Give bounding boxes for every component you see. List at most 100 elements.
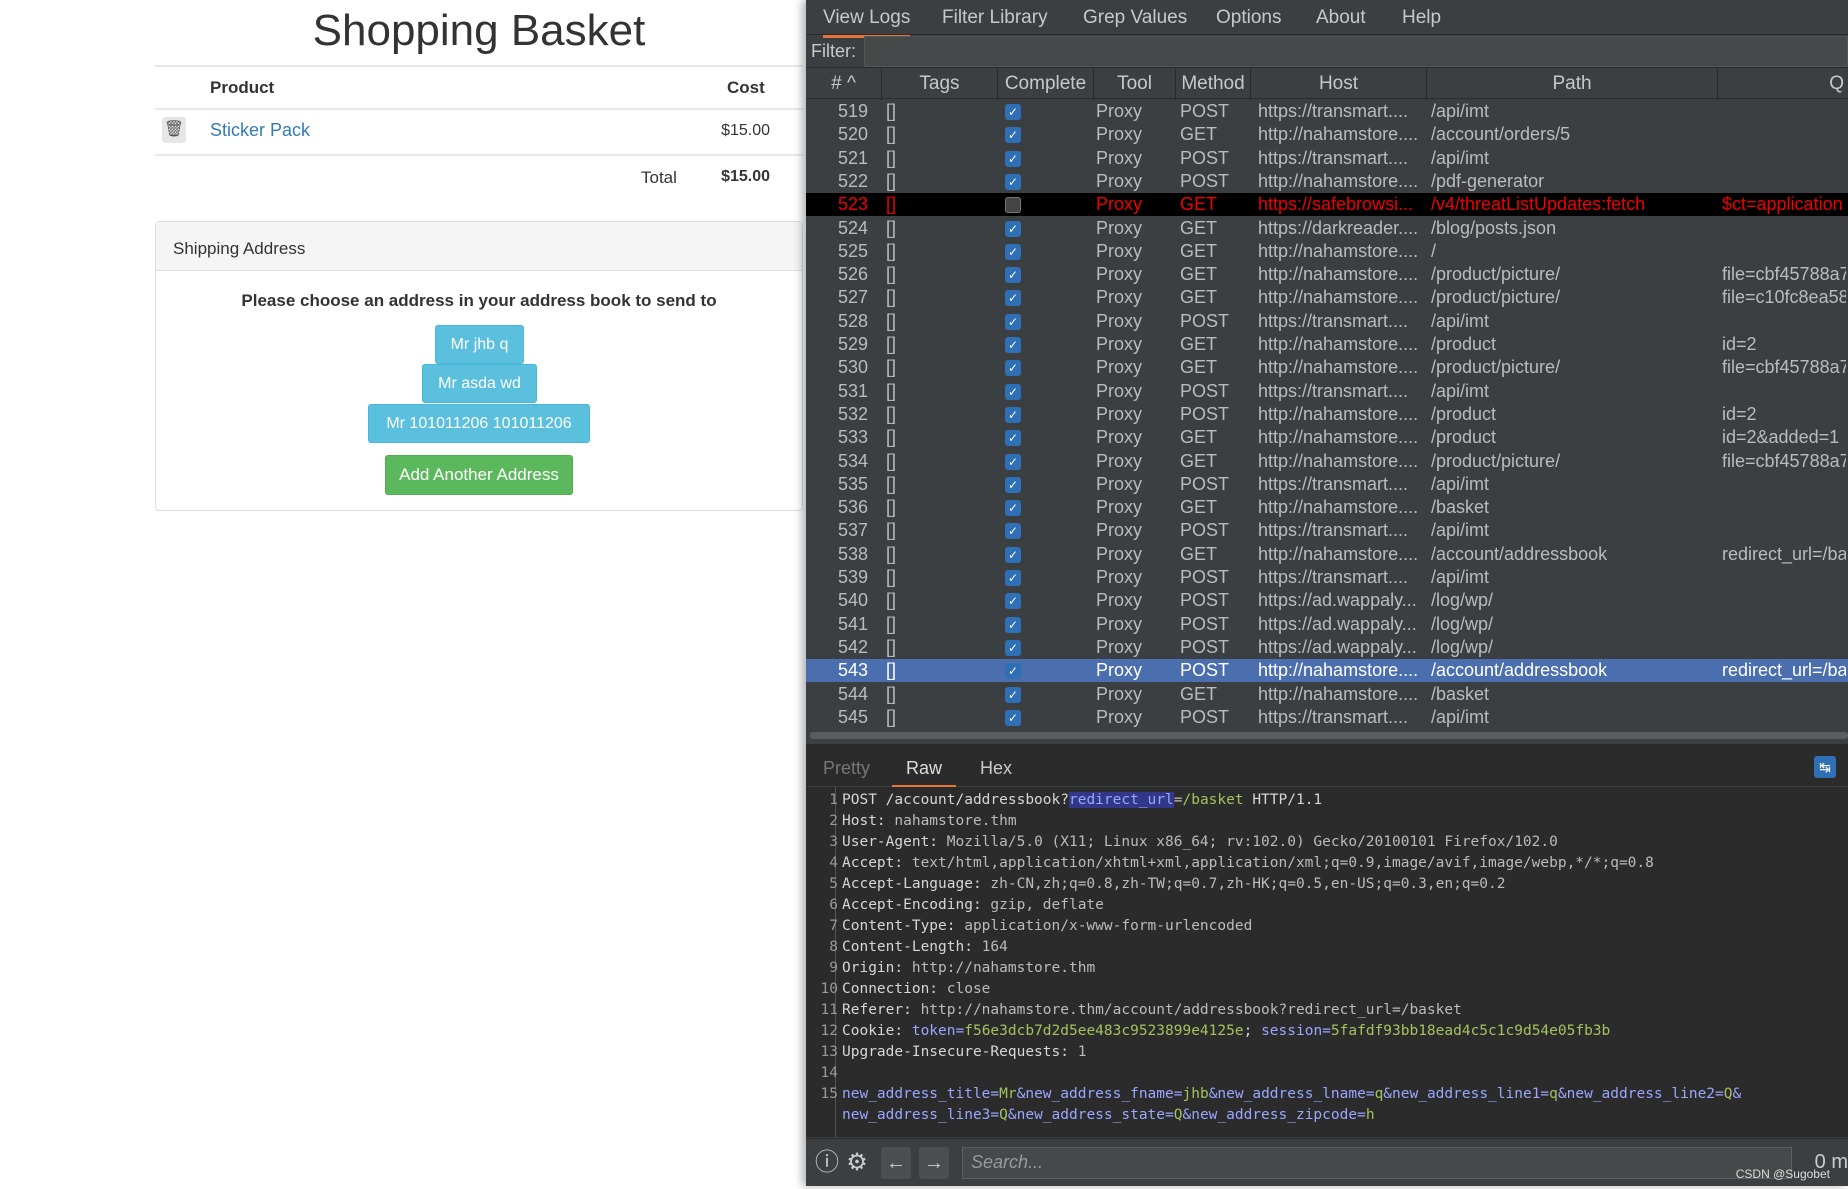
complete-checkbox[interactable]: ✓ [1005, 546, 1021, 563]
col-number[interactable]: # ^ [806, 68, 882, 100]
col-path[interactable]: Path [1427, 68, 1718, 100]
complete-checkbox[interactable]: ✓ [1005, 593, 1021, 610]
complete-checkbox[interactable]: ✓ [1005, 313, 1021, 330]
line-number: 9 [829, 960, 838, 976]
table-row[interactable]: 530 [] ✓ Proxy GET http://nahamstore.... /prod… [806, 356, 1848, 379]
complete-checkbox[interactable]: ✓ [1005, 663, 1021, 680]
table-row[interactable]: 529 [] ✓ Proxy GET http://nahamstore.... /prod… [806, 333, 1848, 356]
table-row[interactable]: 544 [] ✓ Proxy GET http://nahamstore.... /bask… [806, 683, 1848, 706]
line-number: 5 [829, 876, 838, 892]
table-row[interactable]: 520 [] ✓ Proxy GET http://nahamstore.... /acco… [806, 123, 1848, 146]
complete-checkbox[interactable]: ✓ [1005, 383, 1021, 400]
help-icon[interactable]: ⓘ [812, 1147, 842, 1179]
table-row[interactable]: 540 [] ✓ Proxy POST https://ad.wappaly... /log… [806, 589, 1848, 612]
table-row[interactable]: 522 [] ✓ Proxy POST http://nahamstore.... /pdf… [806, 170, 1848, 193]
row-host: https://darkreader.... [1258, 217, 1419, 238]
table-row[interactable]: 521 [] ✓ Proxy POST https://transmart.... /api… [806, 147, 1848, 170]
complete-checkbox[interactable]: ✓ [1005, 104, 1021, 120]
table-row[interactable]: 543 [] ✓ Proxy POST http://nahamstore.... /acc… [806, 659, 1848, 683]
request-token: ; [1243, 1023, 1262, 1039]
table-row[interactable]: 525 [] ✓ Proxy GET http://nahamstore.... / [806, 240, 1848, 263]
complete-checkbox[interactable]: ✓ [1005, 709, 1021, 726]
complete-checkbox[interactable]: ✓ [1005, 523, 1021, 540]
menu-view-logs[interactable]: View Logs [823, 7, 911, 38]
complete-checkbox[interactable]: ✓ [1005, 150, 1021, 167]
complete-checkbox[interactable]: ✓ [1005, 243, 1021, 260]
table-row[interactable]: 526 [] ✓ Proxy GET http://nahamstore.... /prod… [806, 263, 1848, 286]
table-row[interactable]: 536 [] ✓ Proxy GET http://nahamstore.... /bask… [806, 496, 1848, 519]
row-number: 523 [837, 194, 868, 215]
line-number: 12 [820, 1023, 838, 1039]
filter-input[interactable] [864, 36, 1848, 67]
table-row[interactable]: 541 [] ✓ Proxy POST https://ad.wappaly... /log… [806, 613, 1848, 636]
table-row[interactable]: 528 [] ✓ Proxy POST https://transmart.... /api… [806, 310, 1848, 333]
request-token: &new_address_lname= [1208, 1086, 1375, 1102]
table-row[interactable]: 533 [] ✓ Proxy GET http://nahamstore.... /prod… [806, 426, 1848, 449]
row-tool: Proxy [1096, 613, 1143, 634]
back-arrow-icon[interactable]: ← [881, 1147, 911, 1179]
complete-checkbox[interactable]: ✓ [1005, 173, 1021, 190]
gear-icon[interactable]: ⚙ [842, 1147, 872, 1179]
table-row[interactable]: 538 [] ✓ Proxy GET http://nahamstore.... /acco… [806, 543, 1848, 566]
menu-help[interactable]: Help [1402, 7, 1441, 29]
request-editor[interactable]: 1 POST /account/addressbook?redirect_url=… [806, 787, 1848, 1137]
col-host[interactable]: Host [1251, 68, 1427, 100]
table-row[interactable]: 527 [] ✓ Proxy GET http://nahamstore.... /prod… [806, 286, 1848, 309]
complete-checkbox[interactable]: ✓ [1005, 453, 1021, 470]
table-row[interactable]: 539 [] ✓ Proxy POST https://transmart.... /api… [806, 566, 1848, 589]
product-link[interactable]: Sticker Pack [210, 120, 310, 141]
forward-arrow-icon[interactable]: → [919, 1147, 949, 1179]
complete-checkbox[interactable]: ✓ [1005, 127, 1021, 144]
complete-checkbox[interactable]: ✓ [1005, 406, 1021, 423]
complete-checkbox[interactable]: ✓ [1005, 337, 1021, 353]
menu-filter-library[interactable]: Filter Library [942, 7, 1048, 29]
row-number: 539 [837, 567, 868, 587]
word-wrap-icon[interactable]: ↹ [1814, 756, 1836, 778]
table-row[interactable]: 545 [] ✓ Proxy POST https://transmart.... /api… [806, 706, 1848, 729]
complete-checkbox[interactable] [1005, 197, 1021, 214]
add-address-button[interactable]: Add Another Address [385, 455, 573, 495]
complete-checkbox[interactable]: ✓ [1005, 290, 1021, 307]
row-path: /basket [1431, 683, 1490, 704]
menu-about[interactable]: About [1316, 7, 1366, 29]
table-row[interactable]: 531 [] ✓ Proxy POST https://transmart.... /api… [806, 380, 1848, 403]
col-method[interactable]: Method [1176, 68, 1251, 100]
table-row[interactable]: 519 [] ✓ Proxy POST https://transmart.... /api… [806, 100, 1848, 123]
address-button[interactable]: Mr 101011206 101011206 [368, 404, 590, 443]
complete-checkbox[interactable]: ✓ [1005, 476, 1021, 493]
tab-raw[interactable]: Raw [892, 758, 957, 788]
address-button[interactable]: Mr asda wd [422, 364, 537, 403]
table-row[interactable]: 537 [] ✓ Proxy POST https://transmart.... /api… [806, 519, 1848, 542]
table-row[interactable]: 542 [] ✓ Proxy POST https://ad.wappaly... /log… [806, 636, 1848, 659]
complete-checkbox[interactable]: ✓ [1005, 360, 1021, 377]
col-complete[interactable]: Complete [998, 68, 1094, 100]
col-query[interactable]: Q [1718, 68, 1848, 100]
col-product: Product [210, 78, 275, 97]
horizontal-scrollbar[interactable] [810, 732, 1848, 739]
complete-checkbox[interactable]: ✓ [1005, 430, 1021, 447]
col-tags[interactable]: Tags [882, 68, 998, 100]
table-row[interactable]: 523 [] Proxy GET https://safebrowsi... /v4/th… [806, 193, 1848, 217]
row-path: /product/picture/ [1431, 264, 1561, 285]
table-row[interactable]: 532 [] ✓ Proxy POST http://nahamstore.... /pro… [806, 403, 1848, 426]
menu-grep-values[interactable]: Grep Values [1083, 7, 1187, 29]
complete-checkbox[interactable]: ✓ [1005, 639, 1021, 656]
complete-checkbox[interactable]: ✓ [1005, 500, 1021, 517]
col-tool[interactable]: Tool [1094, 68, 1176, 100]
address-button[interactable]: Mr jhb q [435, 325, 524, 364]
menu-options[interactable]: Options [1216, 7, 1281, 29]
complete-checkbox[interactable]: ✓ [1005, 570, 1021, 586]
row-method: GET [1180, 240, 1218, 261]
trash-icon[interactable]: 🗑 [162, 117, 186, 143]
tab-pretty[interactable]: Pretty [823, 758, 870, 779]
table-row[interactable]: 524 [] ✓ Proxy GET https://darkreader.... /blo… [806, 217, 1848, 240]
tab-hex[interactable]: Hex [980, 758, 1012, 779]
table-row[interactable]: 534 [] ✓ Proxy GET http://nahamstore.... /prod… [806, 450, 1848, 473]
complete-checkbox[interactable]: ✓ [1005, 220, 1021, 237]
row-method: POST [1180, 403, 1230, 424]
complete-checkbox[interactable]: ✓ [1005, 686, 1021, 703]
table-row[interactable]: 535 [] ✓ Proxy POST https://transmart.... /api… [806, 473, 1848, 496]
complete-checkbox[interactable]: ✓ [1005, 267, 1021, 284]
complete-checkbox[interactable]: ✓ [1005, 616, 1021, 633]
search-input[interactable]: Search... [962, 1147, 1792, 1179]
